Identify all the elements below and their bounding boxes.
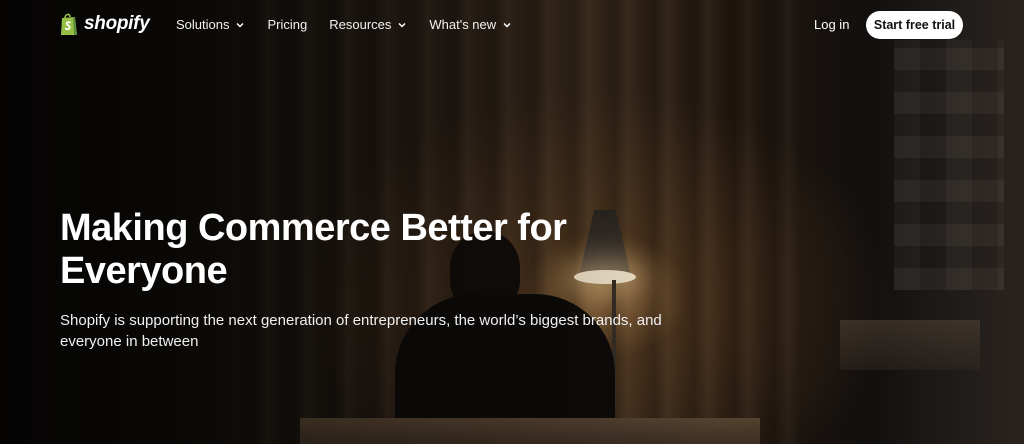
nav-menu: Solutions Pricing Resources What's new — [176, 17, 534, 32]
hero-section: shopify Solutions Pricing Resources What… — [0, 0, 1024, 444]
nav-item-whats-new[interactable]: What's new — [429, 17, 512, 32]
start-free-trial-button[interactable]: Start free trial — [866, 11, 963, 39]
login-link[interactable]: Log in — [814, 17, 849, 32]
nav-item-resources[interactable]: Resources — [329, 17, 407, 32]
shopify-bag-icon — [61, 13, 77, 35]
chevron-down-icon — [503, 22, 511, 28]
top-navigation: shopify Solutions Pricing Resources What… — [0, 0, 1024, 50]
chevron-down-icon — [398, 22, 406, 28]
nav-item-pricing[interactable]: Pricing — [267, 17, 307, 32]
shopify-logo[interactable]: shopify — [59, 12, 150, 36]
hero-headline: Making Commerce Better for Everyone — [60, 207, 567, 293]
nav-item-solutions[interactable]: Solutions — [176, 17, 245, 32]
nav-item-label: Pricing — [267, 17, 308, 32]
nav-item-label: Solutions — [176, 17, 230, 32]
nav-item-label: What's new — [429, 17, 497, 32]
brand-name: shopify — [84, 13, 150, 34]
nav-item-label: Resources — [329, 17, 392, 32]
chevron-down-icon — [236, 22, 245, 28]
hero-subtext: Shopify is supporting the next generatio… — [60, 312, 662, 350]
